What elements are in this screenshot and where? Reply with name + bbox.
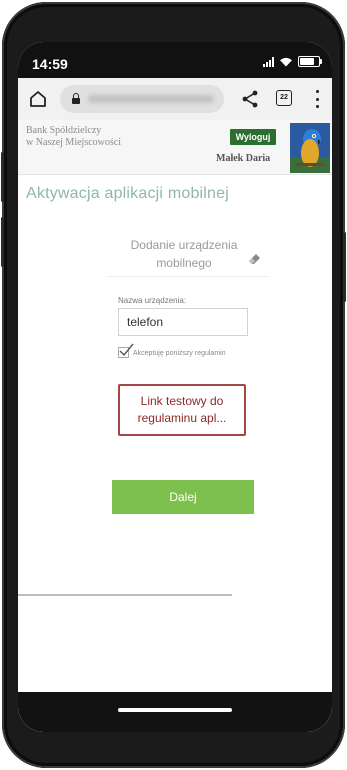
- address-bar-blurred-url: [88, 95, 214, 103]
- status-time: 14:59: [32, 56, 68, 72]
- system-nav-bar: [18, 692, 332, 732]
- avatar: [290, 123, 330, 173]
- phone-frame: 14:59 22 Bank Spółdzielczy w Naszej Miej…: [1, 2, 346, 768]
- tabs-button[interactable]: 22: [276, 90, 292, 106]
- checkmark-icon: [119, 343, 134, 357]
- web-page: Bank Spółdzielczy w Naszej Miejscowości …: [18, 120, 332, 732]
- bank-name-line2: w Naszej Miejscowości: [26, 137, 121, 148]
- phone-side-button-left: [1, 152, 4, 202]
- section-divider: [108, 276, 268, 277]
- battery-icon: [298, 56, 322, 67]
- eraser-icon[interactable]: [248, 252, 262, 266]
- share-icon[interactable]: [240, 89, 260, 109]
- browser-toolbar: 22: [18, 78, 332, 120]
- status-bar: 14:59: [18, 42, 332, 78]
- terms-link[interactable]: Link testowy do regulaminu apl...: [118, 384, 246, 436]
- page-title: Aktywacja aplikacji mobilnej: [26, 185, 230, 202]
- screen: 14:59 22 Bank Spółdzielczy w Naszej Miej…: [18, 42, 332, 732]
- home-indicator[interactable]: [118, 708, 232, 712]
- lock-icon: [72, 93, 80, 104]
- logout-button[interactable]: Wyloguj: [230, 129, 276, 145]
- bank-name: Bank Spółdzielczy w Naszej Miejscowości: [26, 125, 166, 149]
- user-name: Małek Daria: [216, 153, 271, 164]
- bank-header: Bank Spółdzielczy w Naszej Miejscowości …: [18, 120, 332, 175]
- wifi-icon: [280, 57, 292, 66]
- home-icon[interactable]: [28, 89, 48, 109]
- status-icons: [263, 56, 322, 67]
- section-title: Dodanie urządzenia mobilnego: [130, 238, 238, 270]
- address-bar[interactable]: [60, 85, 224, 113]
- device-name-input[interactable]: [118, 308, 248, 336]
- bank-name-line1: Bank Spółdzielczy: [26, 125, 102, 136]
- accept-terms-checkbox[interactable]: [118, 343, 134, 358]
- horizontal-divider: [18, 594, 232, 596]
- device-name-label: Nazwa urządzenia:: [118, 296, 187, 305]
- signal-icon: [263, 56, 274, 67]
- browser-menu-icon[interactable]: [314, 90, 320, 108]
- phone-side-button-left-2: [1, 217, 4, 267]
- phone-side-button-right: [343, 232, 346, 302]
- next-button[interactable]: Dalej: [112, 480, 254, 514]
- accept-terms-label: Akceptuję poniższy regulamin: [133, 350, 226, 357]
- parrot-avatar-image: [290, 123, 330, 173]
